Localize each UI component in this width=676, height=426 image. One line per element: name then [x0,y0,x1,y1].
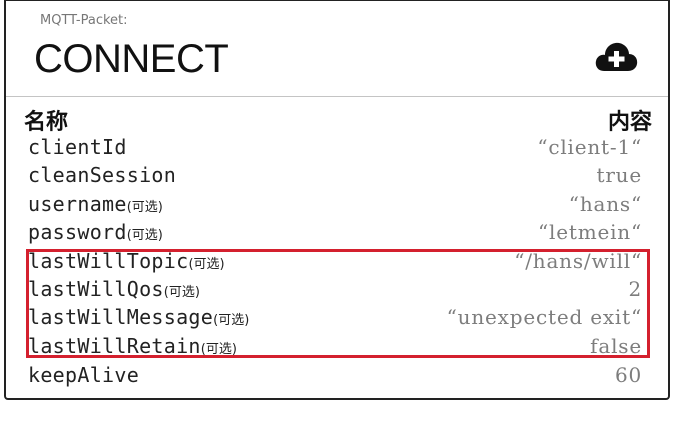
cloud-plus-icon[interactable] [593,37,639,77]
field-name: keepAlive [28,363,140,387]
field-row-keep-alive: keepAlive 60 [28,361,642,389]
field-row-client-id: clientId “client-1“ [28,133,642,161]
field-value: true [596,163,642,187]
field-name: cleanSession [28,163,177,187]
field-name: password [28,220,127,244]
field-value: “letmein“ [538,220,642,244]
field-row-username: username(可选) “hans“ [28,190,642,218]
field-name: clientId [28,135,127,159]
packet-title: CONNECT [34,37,229,81]
field-name: username [28,192,127,216]
field-optional: (可选) [126,228,163,243]
field-value: “client-1“ [537,135,642,159]
header-divider [6,96,668,97]
packet-header: MQTT-Packet: CONNECT [6,1,668,95]
column-header-value: 内容 [607,110,652,135]
packet-subtitle: MQTT-Packet: [40,13,128,28]
field-row-clean-session: cleanSession true [28,161,642,189]
last-will-highlight-box [26,249,650,358]
column-header-name: 名称 [24,110,69,135]
field-row-password: password(可选) “letmein“ [28,218,642,246]
field-value: “hans“ [568,192,642,216]
field-value: 60 [614,363,642,387]
field-optional: (可选) [126,200,163,215]
